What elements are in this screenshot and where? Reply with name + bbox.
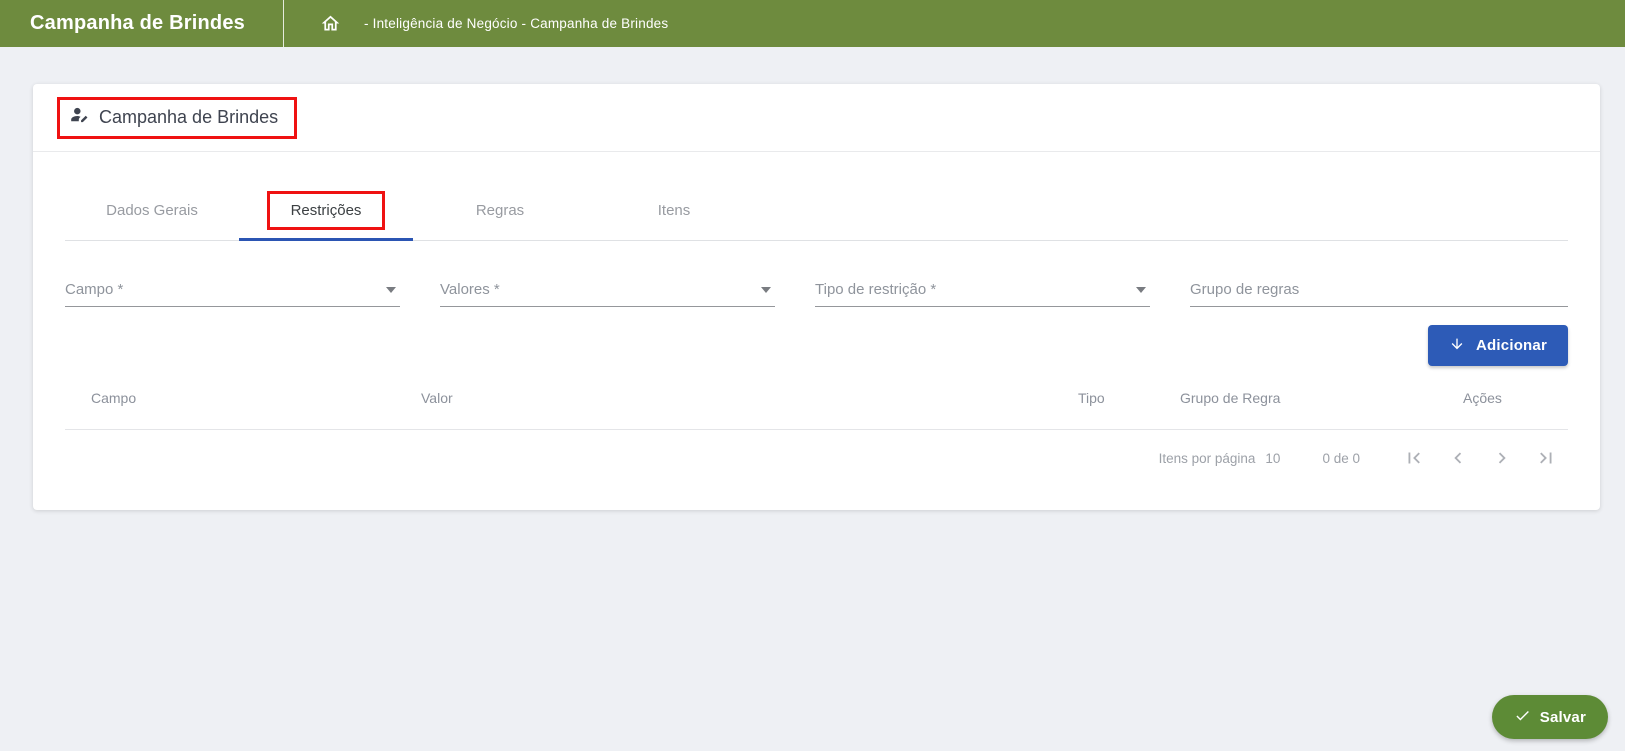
tab-label: Restrições (291, 202, 362, 219)
card-header: Campanha de Brindes (33, 84, 1600, 152)
tab-dados-gerais[interactable]: Dados Gerais (65, 180, 239, 240)
salvar-label: Salvar (1540, 709, 1586, 726)
column-header-acoes: Ações (1463, 390, 1568, 406)
items-per-page-label: Itens por página (1159, 451, 1256, 466)
field-label: Grupo de regras (1190, 281, 1299, 298)
salvar-button[interactable]: Salvar (1492, 695, 1608, 739)
person-edit-icon (69, 105, 90, 131)
adicionar-button[interactable]: Adicionar (1428, 325, 1568, 366)
add-row: Adicionar (65, 325, 1568, 366)
annotation-box-title: Campanha de Brindes (57, 97, 297, 139)
annotation-box-tab: Restrições (267, 191, 386, 230)
arrow-down-icon (1449, 336, 1465, 356)
column-header-grupo-de-regra: Grupo de Regra (1180, 390, 1463, 406)
paginator: Itens por página 10 0 de 0 (65, 430, 1568, 486)
restriction-form: Campo * Valores * Tipo de restrição * Gr… (65, 261, 1568, 307)
field-label: Tipo de restrição * (815, 281, 936, 298)
chevron-down-icon (386, 287, 396, 293)
previous-page-button[interactable] (1436, 438, 1480, 478)
tab-label: Regras (476, 202, 524, 219)
restrictions-table-header: Campo Valor Tipo Grupo de Regra Ações (65, 366, 1568, 430)
paginator-nav (1392, 438, 1568, 478)
column-header-valor: Valor (421, 390, 1078, 406)
tab-regras[interactable]: Regras (413, 180, 587, 240)
tab-label: Dados Gerais (106, 202, 198, 219)
tipo-restricao-select[interactable]: Tipo de restrição * (815, 261, 1150, 307)
field-label: Valores * (440, 281, 500, 298)
home-icon[interactable] (320, 13, 341, 34)
grupo-regras-input[interactable]: Grupo de regras (1190, 261, 1568, 307)
app-header: Campanha de Brindes - Inteligência de Ne… (0, 0, 1625, 47)
field-label: Campo * (65, 281, 123, 298)
valores-select[interactable]: Valores * (440, 261, 775, 307)
column-header-tipo: Tipo (1078, 390, 1180, 406)
chevron-down-icon (1136, 287, 1146, 293)
next-page-button[interactable] (1480, 438, 1524, 478)
breadcrumb: - Inteligência de Negócio - Campanha de … (364, 16, 668, 31)
adicionar-label: Adicionar (1476, 337, 1547, 354)
card-title: Campanha de Brindes (99, 107, 278, 128)
chevron-down-icon (761, 287, 771, 293)
tab-bar: Dados Gerais Restrições Regras Itens (65, 180, 1568, 241)
active-tab-ink-bar (239, 238, 413, 241)
check-icon (1514, 707, 1531, 728)
page-size-value[interactable]: 10 (1265, 451, 1280, 466)
page-range-label: 0 de 0 (1322, 451, 1360, 466)
first-page-button[interactable] (1392, 438, 1436, 478)
column-header-campo: Campo (65, 390, 421, 406)
tab-itens[interactable]: Itens (587, 180, 761, 240)
header-divider (283, 0, 284, 47)
campo-select[interactable]: Campo * (65, 261, 400, 307)
last-page-button[interactable] (1524, 438, 1568, 478)
tab-restricoes[interactable]: Restrições (239, 180, 413, 240)
tab-label: Itens (658, 202, 691, 219)
app-title: Campanha de Brindes (0, 12, 283, 35)
campaign-card: Campanha de Brindes Dados Gerais Restriç… (33, 84, 1600, 510)
